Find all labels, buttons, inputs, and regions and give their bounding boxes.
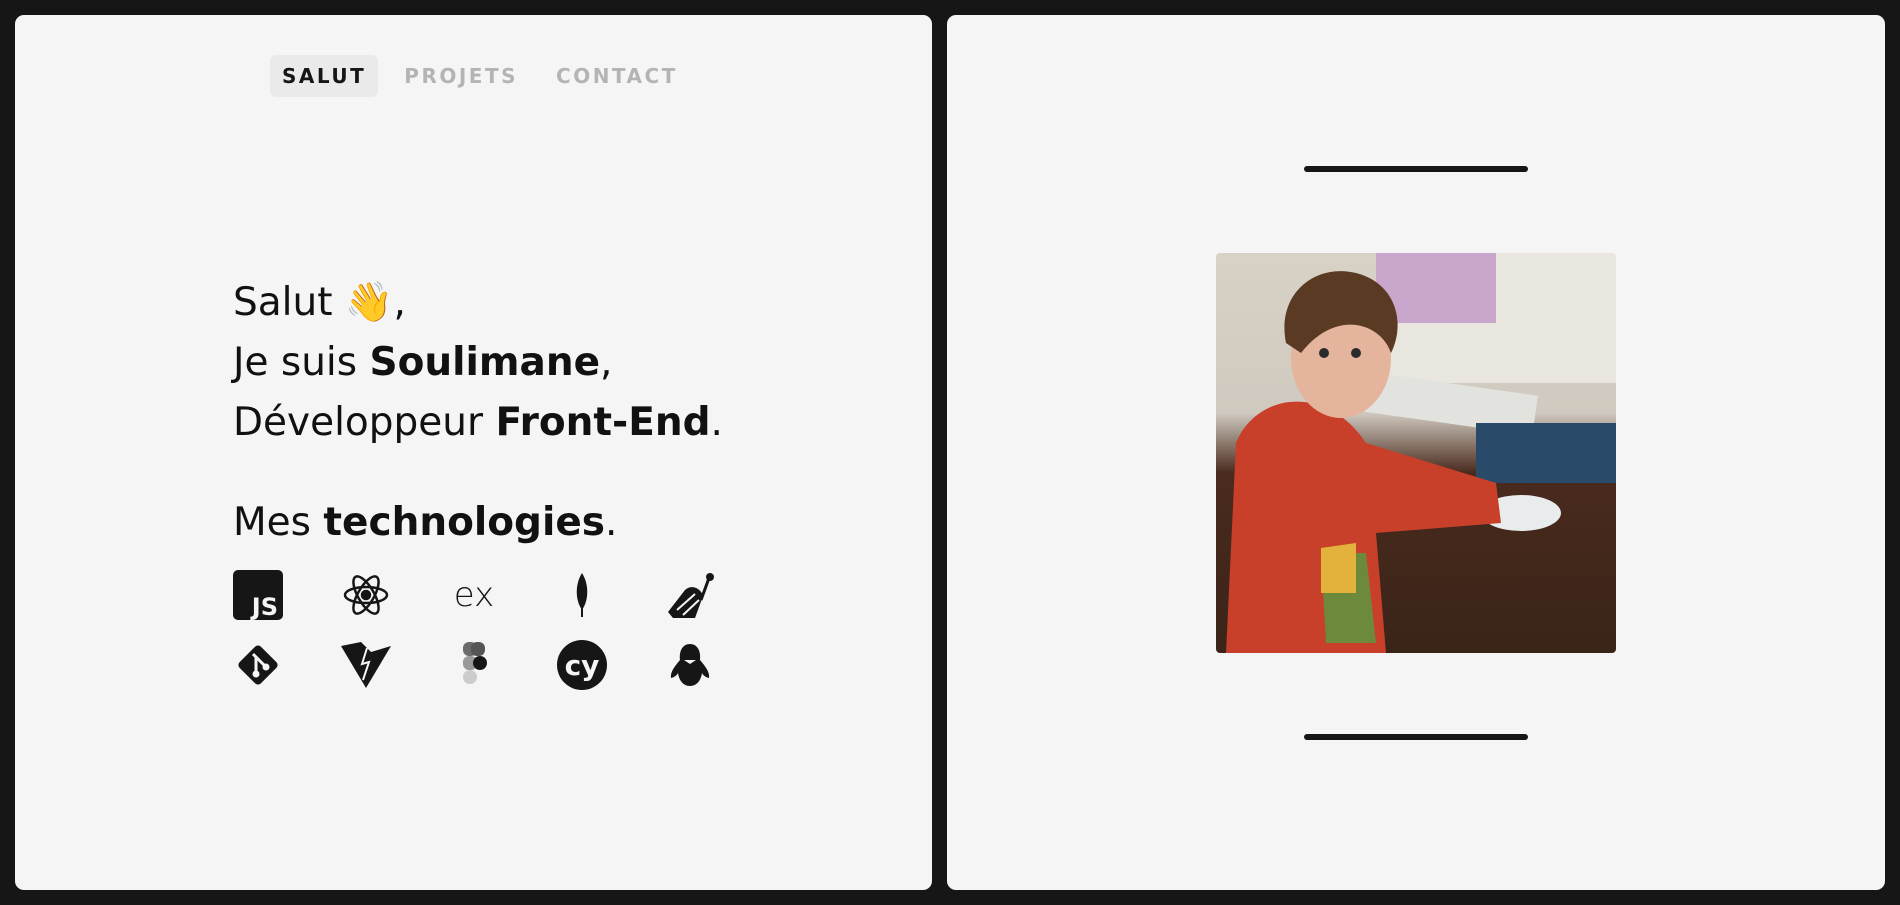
nav-salut[interactable]: SALUT <box>270 55 379 97</box>
wave-icon: 👋 <box>344 280 394 325</box>
comma: , <box>393 280 406 325</box>
svg-text:ex: ex <box>454 575 494 615</box>
name: Soulimane <box>369 340 601 385</box>
jest-icon <box>665 570 715 620</box>
divider-bottom <box>1304 734 1528 740</box>
intro-text: Salut 👋, Je suis Soulimane, Développeur … <box>233 273 723 453</box>
tech-post: . <box>605 500 618 545</box>
tech-heading: Mes technologies. <box>233 493 617 553</box>
git-icon <box>233 640 283 690</box>
svg-text:JS: JS <box>250 593 278 620</box>
divider-top <box>1304 166 1528 172</box>
role: Front-End <box>495 400 711 445</box>
main-nav: SALUT PROJETS CONTACT <box>270 55 690 97</box>
nav-contact[interactable]: CONTACT <box>544 55 690 97</box>
mongodb-icon <box>557 570 607 620</box>
nav-projets[interactable]: PROJETS <box>392 55 530 97</box>
profile-photo <box>1216 253 1616 653</box>
intro-panel: SALUT PROJETS CONTACT Salut 👋, Je suis S… <box>15 15 932 890</box>
photo-panel <box>947 15 1885 890</box>
intro-text-3: Développeur <box>233 400 496 445</box>
express-icon: ex <box>449 570 499 620</box>
javascript-icon: JS <box>233 570 283 620</box>
punct: , <box>600 340 613 385</box>
tech-pre: Mes <box>233 500 324 545</box>
linux-icon <box>665 640 715 690</box>
react-icon <box>341 570 391 620</box>
intro-text-2: Je suis <box>233 340 370 385</box>
figma-icon <box>449 640 499 690</box>
tech-icons: JS ex cy <box>233 570 715 690</box>
vite-icon <box>341 640 391 690</box>
svg-text:cy: cy <box>565 649 600 682</box>
tech-bold: technologies <box>323 500 606 545</box>
cypress-icon: cy <box>557 640 607 690</box>
greeting: Salut <box>233 280 333 325</box>
punct: . <box>710 400 723 445</box>
